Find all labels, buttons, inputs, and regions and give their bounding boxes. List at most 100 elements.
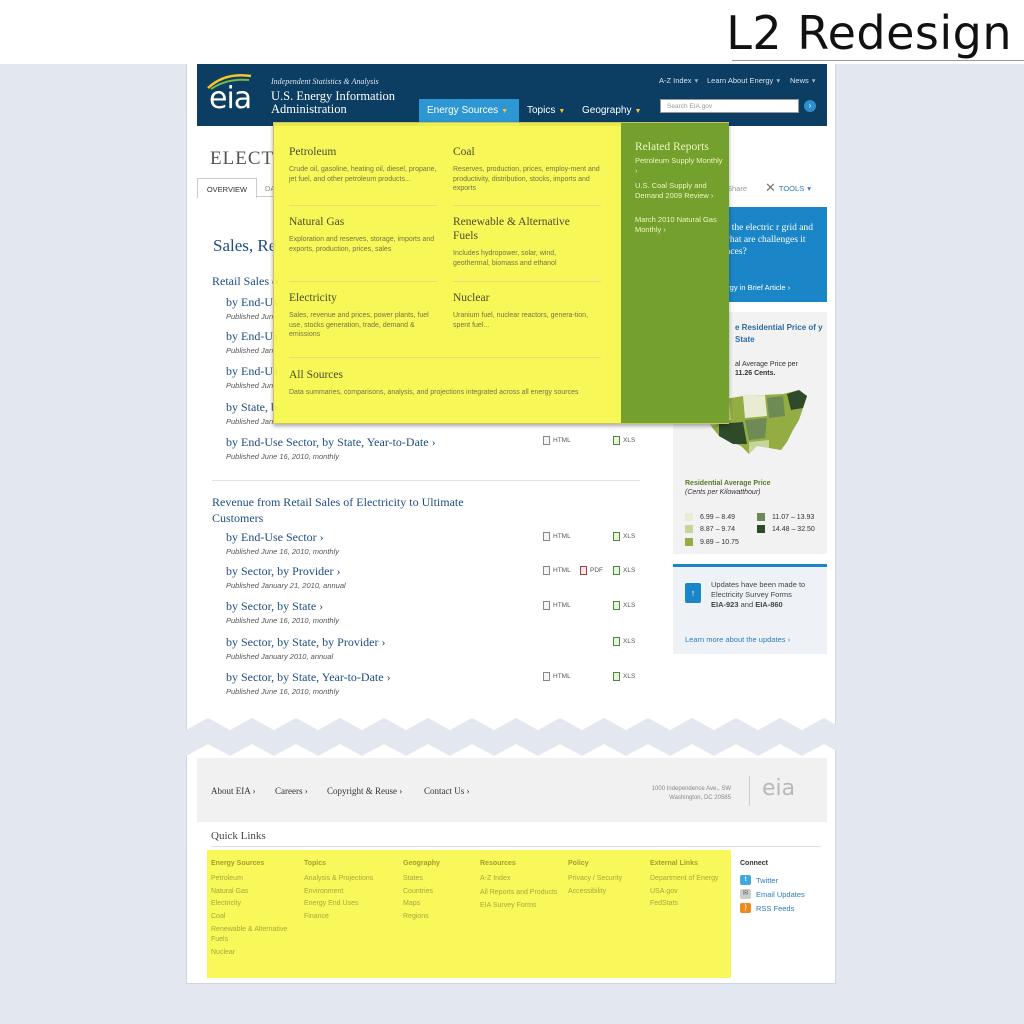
quick-link[interactable]: A-Z Index xyxy=(480,873,560,886)
retail-row-link[interactable]: by End-Us xyxy=(226,295,278,310)
quick-link[interactable]: EIA Survey Forms xyxy=(480,900,560,913)
menu-item-desc: Exploration and reserves, storage, impor… xyxy=(289,236,435,253)
quick-link[interactable]: Energy End Uses xyxy=(304,898,394,911)
quick-link[interactable]: FedStats xyxy=(650,898,730,911)
menu-item-desc: Crude oil, gasoline, heating oil, diesel… xyxy=(289,166,437,183)
quick-link[interactable]: Nuclear xyxy=(211,947,293,960)
quick-link[interactable]: Countries xyxy=(403,886,473,899)
menu-item-nuclear[interactable]: Nuclear Uranium fuel, nuclear reactors, g… xyxy=(453,291,603,330)
quick-link[interactable]: Renewable & Alternative Fuels xyxy=(211,923,293,947)
html-file-icon xyxy=(543,436,550,445)
menu-divider xyxy=(289,281,437,282)
util-link-label: Learn About Energy xyxy=(707,76,774,85)
promo-link[interactable]: ergy in Brief Article › xyxy=(723,283,790,292)
quick-link[interactable]: Department of Energy xyxy=(650,873,730,886)
html-download-link[interactable]: HTML xyxy=(543,601,571,610)
search-input[interactable]: Search EIA.gov xyxy=(660,99,799,113)
quick-link[interactable]: Petroleum xyxy=(211,873,293,886)
eia-logo[interactable]: eia xyxy=(209,81,252,116)
revenue-row-link[interactable]: by Sector, by State, by Provider › xyxy=(226,635,386,650)
retail-row-published: Published Jan xyxy=(226,417,274,426)
xls-file-icon xyxy=(613,436,620,445)
menu-item-title: Coal xyxy=(453,146,475,158)
quick-link[interactable]: Accessibility xyxy=(568,886,648,899)
quick-link[interactable]: Regions xyxy=(403,911,473,924)
quick-link[interactable]: Coal xyxy=(211,911,293,924)
revenue-row-link[interactable]: by End-Use Sector › xyxy=(226,530,324,545)
html-download-link[interactable]: HTML xyxy=(543,672,571,681)
menu-item-natural-gas[interactable]: Natural Gas Exploration and reserves, sto… xyxy=(289,215,439,254)
map-title[interactable]: e Residential Price of y State xyxy=(735,322,825,346)
quick-link[interactable]: Analysis & Projections xyxy=(304,873,394,886)
twitter-icon: t xyxy=(740,875,751,885)
util-link-news[interactable]: News ▾ xyxy=(790,76,816,85)
revenue-row-link[interactable]: by Sector, by Provider › xyxy=(226,564,341,579)
tools-menu[interactable]: ✕ TOOLS ▾ xyxy=(765,180,811,196)
retail-row-link[interactable]: by End-Use Sector, by State, Year-to-Dat… xyxy=(226,435,436,450)
retail-row-link[interactable]: by End-Us xyxy=(226,364,278,379)
dl-label: HTML xyxy=(553,602,571,609)
quick-link[interactable]: Natural Gas xyxy=(211,886,293,899)
quick-link[interactable]: All Reports and Products xyxy=(480,886,560,900)
search-go-icon[interactable]: › xyxy=(804,100,816,112)
revenue-row-link[interactable]: by Sector, by State, Year-to-Date › xyxy=(226,670,391,685)
menu-item-renewable[interactable]: Renewable & Alternative Fuels Includes hy… xyxy=(453,215,593,268)
xls-download-link[interactable]: XLS xyxy=(613,532,635,541)
quick-link[interactable]: Finance xyxy=(304,911,394,924)
site-header: eia Independent Statistics & Analysis U.… xyxy=(197,64,827,126)
quick-link[interactable]: USA.gov xyxy=(650,886,730,899)
xls-file-icon xyxy=(613,532,620,541)
wrench-icon: ✕ xyxy=(765,180,776,195)
update-text-main: Updates have been made to Electricity Su… xyxy=(711,580,806,599)
share-link[interactable]: Share xyxy=(727,184,747,193)
footer-eia-logo[interactable]: eia xyxy=(762,776,795,801)
html-download-link[interactable]: HTML xyxy=(543,532,571,541)
dl-label: XLS xyxy=(623,533,636,540)
quick-link[interactable]: Electricity xyxy=(211,898,293,911)
pdf-download-link[interactable]: PDF xyxy=(580,566,603,575)
menu-item-petroleum[interactable]: Petroleum Crude oil, gasoline, heating oi… xyxy=(289,145,439,184)
related-report-link[interactable]: March 2010 Natural Gas Monthly › xyxy=(635,215,725,234)
quick-links-column: Resources A-Z Index All Reports and Prod… xyxy=(480,860,560,912)
revenue-row-link[interactable]: by Sector, by State › xyxy=(226,599,323,614)
legend-item: 6.99 – 8.49 xyxy=(685,513,735,521)
xls-download-link[interactable]: XLS xyxy=(613,672,635,681)
retail-row-link[interactable]: by End-Us xyxy=(226,329,278,344)
html-download-link[interactable]: HTML xyxy=(543,436,571,445)
footer-link-copyright[interactable]: Copyright & Reuse › xyxy=(327,786,402,796)
connect-email[interactable]: ✉ Email Updates xyxy=(740,887,805,901)
related-report-link[interactable]: U.S. Coal Supply and Demand 2009 Review … xyxy=(635,181,725,200)
util-link-learn[interactable]: Learn About Energy ▾ xyxy=(707,76,780,85)
legend-subtitle: (Cents per Kilowatthour) xyxy=(685,489,761,496)
menu-item-title: Electricity xyxy=(289,292,337,304)
menu-item-electricity[interactable]: Electricity Sales, revenue and prices, po… xyxy=(289,291,439,340)
update-learn-more-link[interactable]: Learn more about the updates › xyxy=(685,635,790,644)
footer-link-careers[interactable]: Careers › xyxy=(275,786,308,796)
update-and: and xyxy=(740,600,754,609)
xls-download-link[interactable]: XLS xyxy=(613,436,635,445)
menu-item-all-sources[interactable]: All Sources Data summaries, comparisons, … xyxy=(289,368,604,398)
html-download-link[interactable]: HTML xyxy=(543,566,571,575)
xls-download-link[interactable]: XLS xyxy=(613,601,635,610)
retail-row-link[interactable]: by State, b xyxy=(226,400,277,415)
dl-label: XLS xyxy=(623,673,636,680)
page-mockup: eia Independent Statistics & Analysis U.… xyxy=(186,64,836,984)
quick-link[interactable]: Environment xyxy=(304,886,394,899)
util-link-az-index[interactable]: A-Z Index ▾ xyxy=(659,76,698,85)
related-report-link[interactable]: Petroleum Supply Monthly › xyxy=(635,156,725,175)
connect-twitter[interactable]: t Twitter xyxy=(740,873,805,887)
xls-download-link[interactable]: XLS xyxy=(613,566,635,575)
footer-link-contact[interactable]: Contact Us › xyxy=(424,786,470,796)
quick-link[interactable]: States xyxy=(403,873,473,886)
connect-rss[interactable]: ) RSS Feeds xyxy=(740,901,805,915)
legend-swatch xyxy=(757,525,765,533)
energy-sources-mega-menu: Petroleum Crude oil, gasoline, heating oi… xyxy=(273,122,729,424)
quick-link[interactable]: Privacy / Security xyxy=(568,873,648,886)
tools-label: TOOLS xyxy=(778,183,805,193)
menu-item-coal[interactable]: Coal Reserves, production, prices, employ… xyxy=(453,145,603,194)
subnav-tab-overview[interactable]: OVERVIEW xyxy=(197,178,257,198)
footer-link-about[interactable]: About EIA › xyxy=(211,786,256,796)
quick-link[interactable]: Maps xyxy=(403,898,473,911)
xls-download-link[interactable]: XLS xyxy=(613,637,635,646)
quick-links-column: Geography States Countries Maps Regions xyxy=(403,860,473,923)
